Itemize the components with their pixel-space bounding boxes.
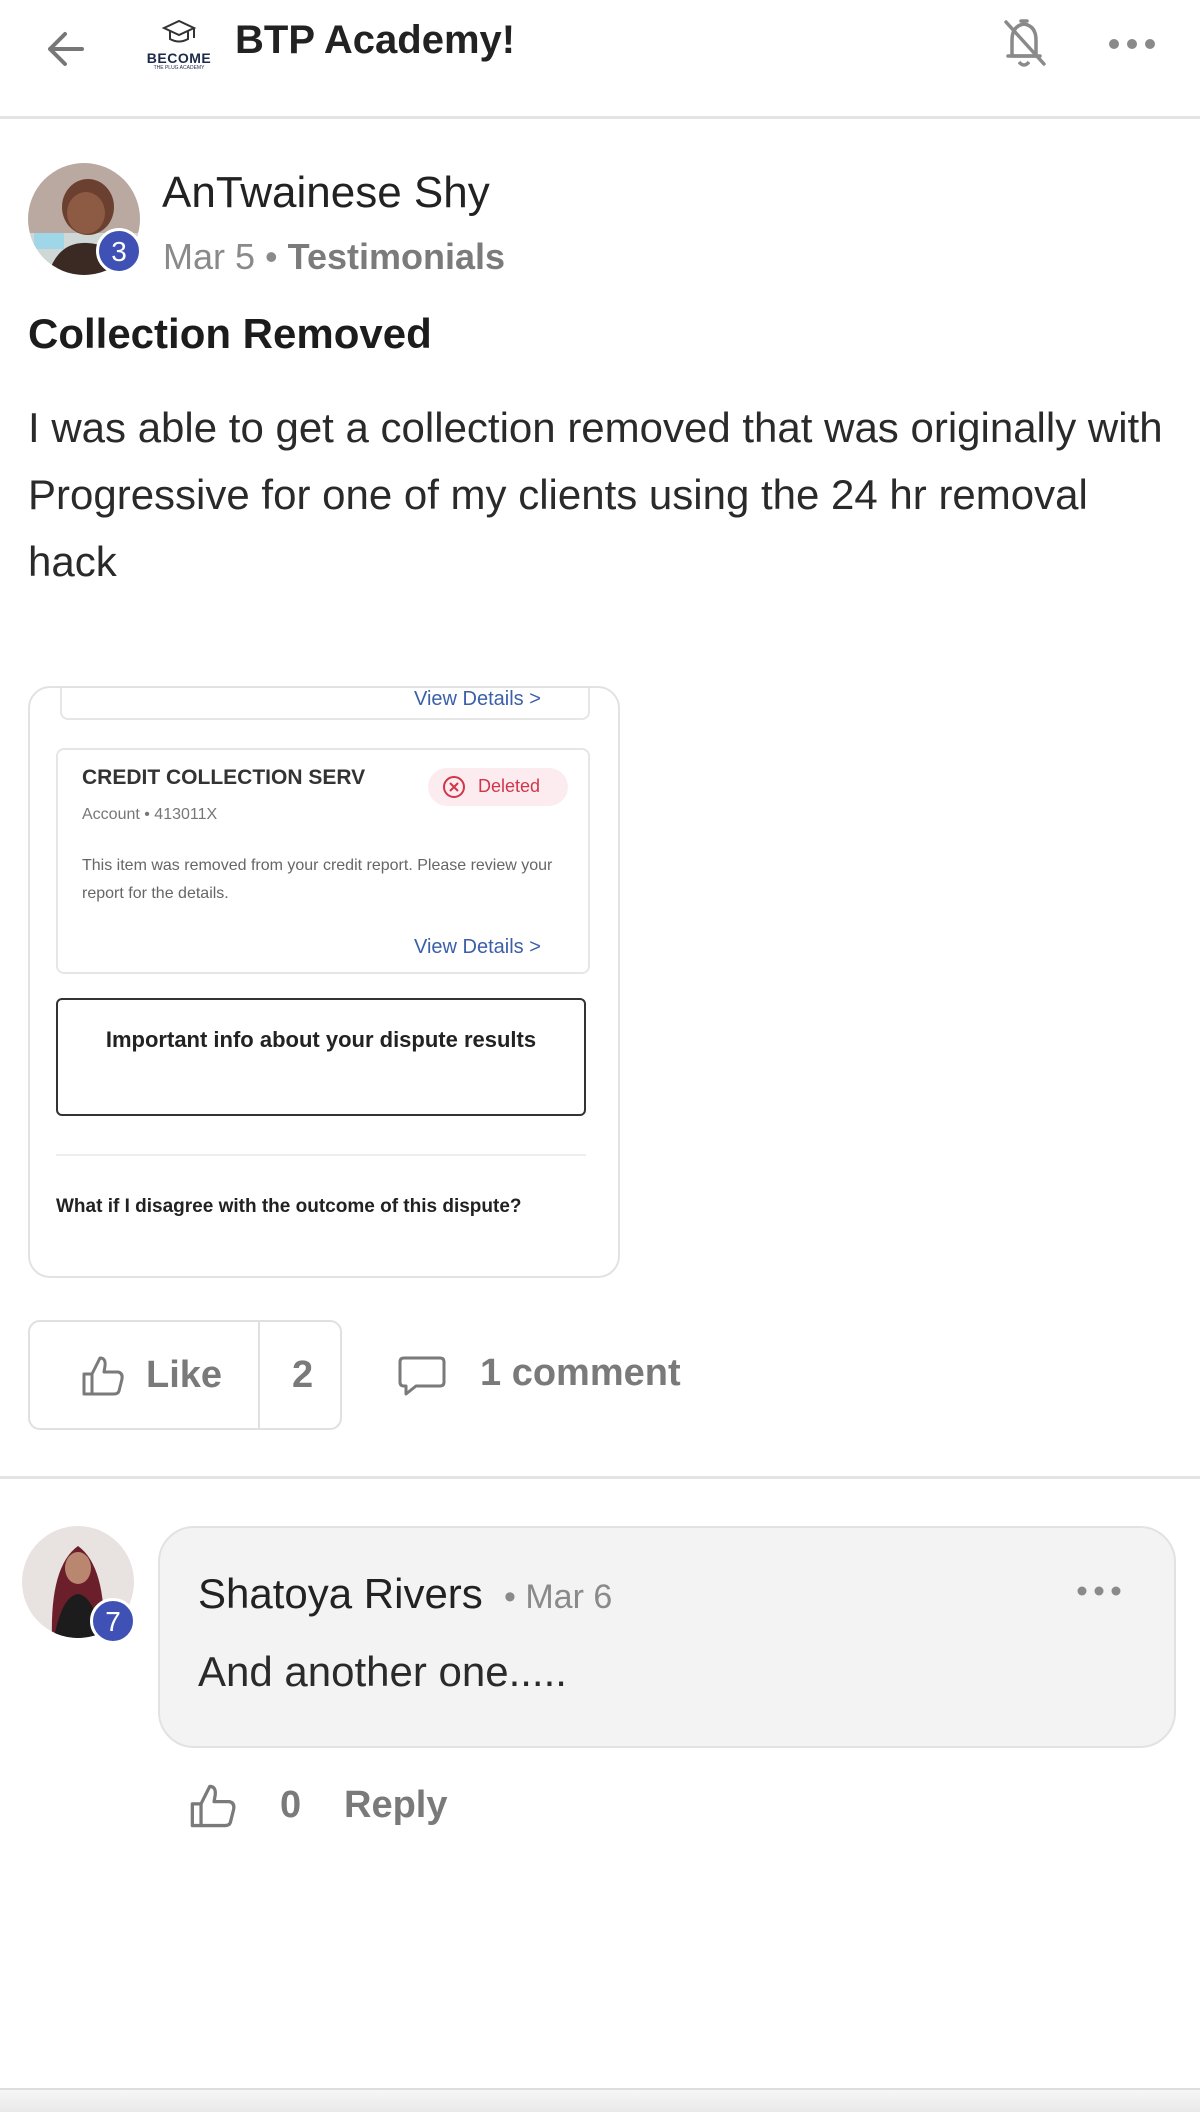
view-details-link: View Details > [414,936,541,958]
comment-text: And another one..... [198,1648,567,1695]
comment-thumbs-up-icon[interactable] [188,1782,238,1830]
comment-like-count[interactable]: 0 [280,1784,301,1827]
commenter-level-badge: 7 [90,1598,136,1644]
post-meta: Mar 5 • Testimonials [163,236,505,278]
account-number: Account • 413011X [82,806,218,823]
post-date: Mar 5 [163,236,256,277]
more-options-icon[interactable] [1104,24,1160,64]
faq-question: What if I disagree with the outcome of t… [56,1196,522,1217]
like-label: Like [146,1354,223,1396]
comment-icon[interactable] [396,1354,448,1400]
removal-description: This item was removed from your credit r… [82,857,553,902]
deleted-label: Deleted [478,776,541,796]
logo-text: BECOME [146,50,212,66]
like-divider [258,1322,260,1428]
page-title: BTP Academy! [235,18,516,62]
author-level-badge: 3 [96,228,142,274]
post-image-attachment[interactable]: View Details > CREDIT COLLECTION SERV Ac… [28,686,620,1278]
post-category[interactable]: Testimonials [288,236,505,277]
meta-separator: • [265,236,278,277]
collection-card: CREDIT COLLECTION SERV Account • 413011X… [56,748,590,974]
section-divider [0,1476,1200,1479]
comment-more-icon[interactable] [1074,1576,1124,1606]
creditor-name: CREDIT COLLECTION SERV [82,766,366,789]
like-count[interactable]: 2 [292,1354,313,1397]
comment-bubble: Shatoya Rivers • Mar 6 And another one..… [158,1526,1176,1748]
view-details-link-top: View Details > [414,688,541,710]
comment-date: • Mar 6 [504,1578,613,1616]
deleted-status-badge: Deleted [428,768,568,806]
logo-subtext: THE PLUG ACADEMY [153,65,205,71]
x-circle-icon [443,776,465,798]
post-author-name[interactable]: AnTwainese Shy [162,168,490,218]
bell-off-icon[interactable] [994,12,1054,74]
back-arrow-icon[interactable] [38,18,100,80]
comment-count[interactable]: 1 comment [480,1352,681,1395]
dispute-info-button: Important info about your dispute result… [56,998,586,1116]
like-button-group[interactable]: Like 2 [28,1320,342,1430]
divider [56,1154,586,1156]
reply-button[interactable]: Reply [344,1784,447,1827]
bottom-edge-bar [0,2088,1200,2112]
post-title: Collection Removed [28,310,432,357]
comment-author-name[interactable]: Shatoya Rivers [198,1570,483,1618]
post-body: I was able to get a collection removed t… [28,404,1163,585]
thumbs-up-icon [82,1356,124,1396]
